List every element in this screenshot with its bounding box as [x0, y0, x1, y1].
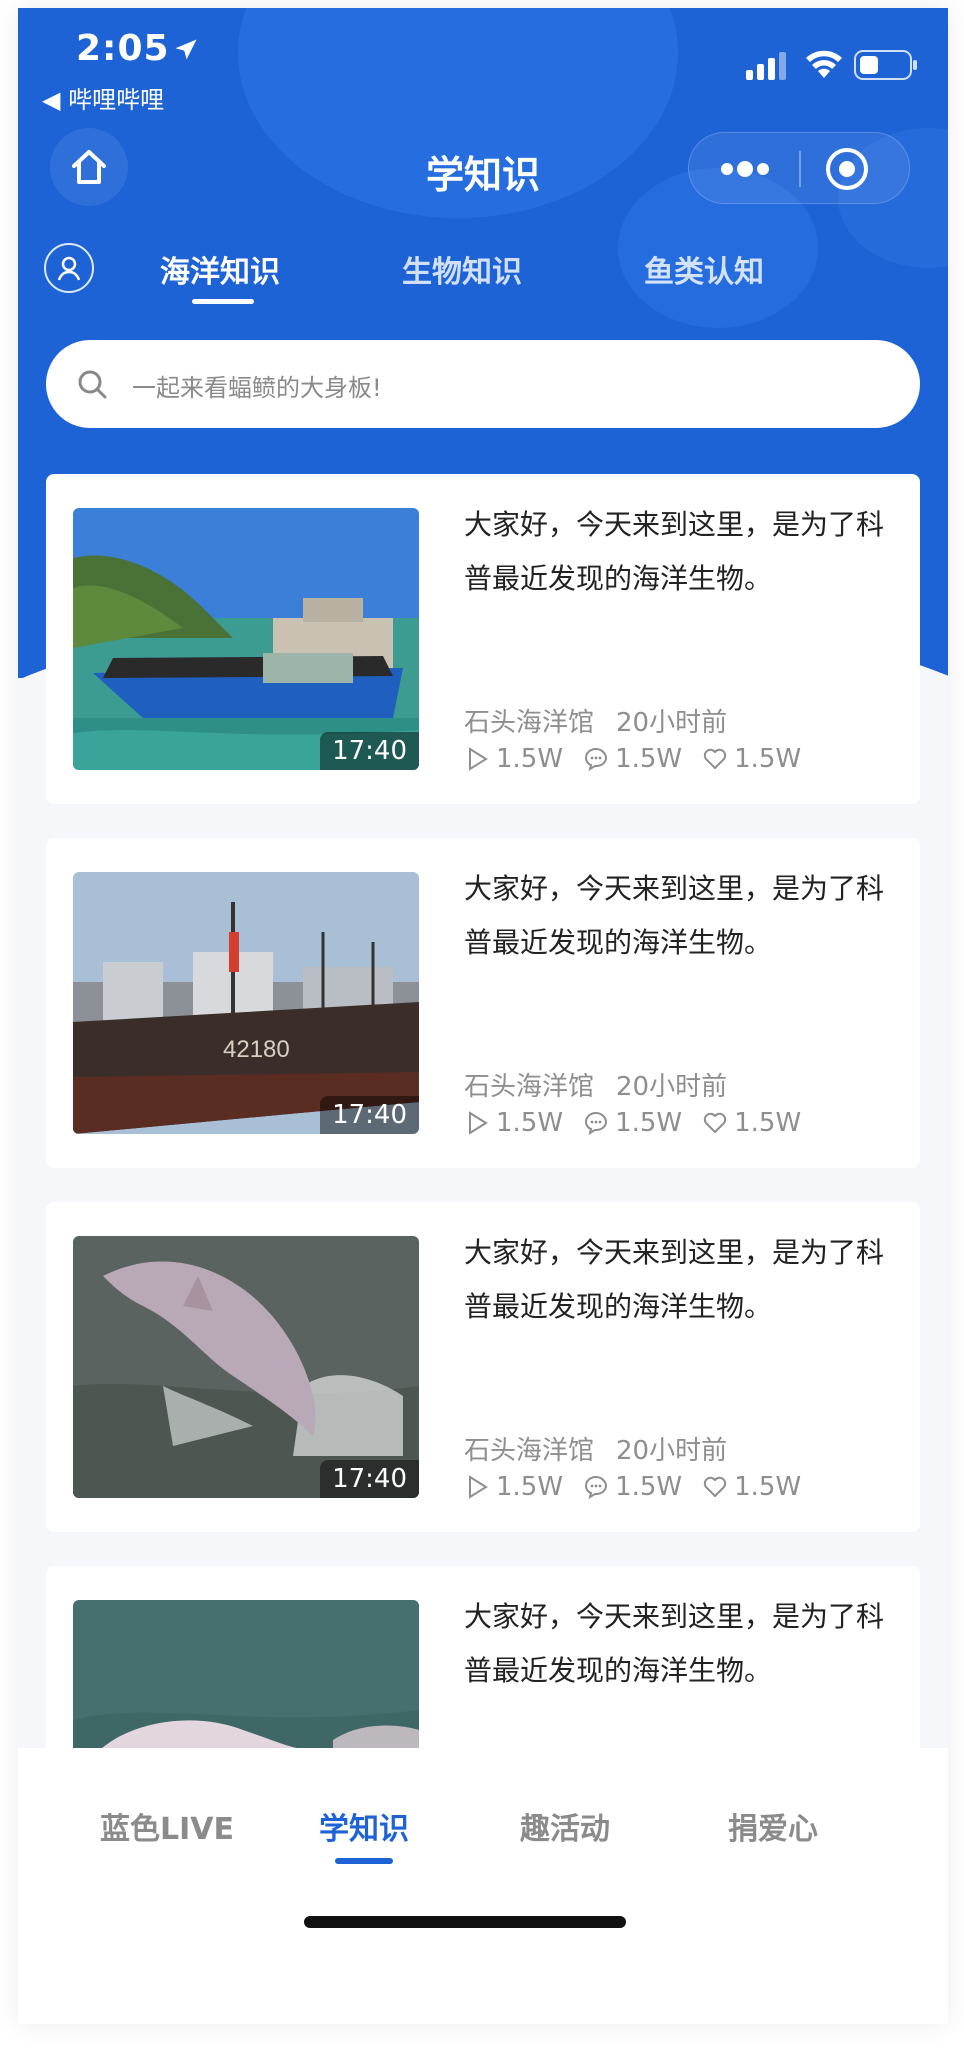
- video-duration: 17:40: [320, 1096, 419, 1134]
- video-meta: 石头海洋馆 20小时前: [464, 702, 727, 739]
- user-profile-button[interactable]: [44, 243, 94, 293]
- video-meta: 石头海洋馆 20小时前: [464, 1066, 727, 1103]
- search-input[interactable]: 一起来看蝠鲼的大身板!: [46, 340, 920, 428]
- video-title[interactable]: 大家好，今天来到这里，是为了科普最近发现的海洋生物。: [464, 498, 884, 606]
- video-source: 石头海洋馆: [464, 708, 595, 738]
- comment-icon: [585, 1475, 608, 1500]
- like-count[interactable]: 1.5W: [702, 1108, 801, 1138]
- svg-text:42180: 42180: [223, 1036, 290, 1063]
- like-count[interactable]: 1.5W: [702, 1472, 801, 1502]
- tabbar-item-donate[interactable]: 捐爱心: [728, 1804, 818, 1848]
- video-card[interactable]: 17:40 大家好，今天来到这里，是为了科普最近发现的海洋生物。 石头海洋馆 20…: [46, 1202, 920, 1532]
- search-placeholder: 一起来看蝠鲼的大身板!: [132, 374, 382, 402]
- cellular-signal-icon: [746, 52, 786, 80]
- video-time: 20小时前: [616, 1436, 728, 1466]
- comment-count[interactable]: 1.5W: [583, 744, 682, 774]
- comment-count[interactable]: 1.5W: [583, 1472, 682, 1502]
- comment-icon: [585, 1111, 608, 1136]
- video-card[interactable]: 17:40 大家好，今天来到这里，是为了科普最近发现的海洋生物。 石头海洋馆 20…: [46, 474, 920, 804]
- close-miniprogram-icon[interactable]: [823, 145, 871, 193]
- video-title[interactable]: 大家好，今天来到这里，是为了科普最近发现的海洋生物。: [464, 862, 884, 970]
- status-bar: 2:05 ◀ 哔哩哔哩: [18, 8, 948, 118]
- video-stats: 1.5W 1.5W 1.5W: [464, 1108, 821, 1138]
- battery-icon: [854, 50, 917, 80]
- heart-icon: [703, 1112, 727, 1133]
- active-tabbar-indicator: [335, 1858, 393, 1864]
- video-thumbnail-fishing-boat[interactable]: 17:40: [73, 508, 419, 770]
- navigation-bar: 学知识: [18, 128, 948, 208]
- heart-icon: [703, 748, 727, 769]
- wifi-icon: [806, 50, 842, 78]
- tab-biology-knowledge[interactable]: 生物知识: [402, 247, 522, 291]
- active-tab-indicator: [192, 299, 254, 304]
- more-icon[interactable]: [719, 155, 771, 183]
- phone-screen: 2:05 ◀ 哔哩哔哩 学知识 海洋知识 生物知识 鱼类认知 一起来看蝠鲼的大身…: [18, 8, 948, 2024]
- video-title[interactable]: 大家好，今天来到这里，是为了科普最近发现的海洋生物。: [464, 1226, 884, 1334]
- tab-ocean-knowledge[interactable]: 海洋知识: [160, 247, 280, 291]
- location-arrow-icon: [175, 39, 197, 60]
- mini-program-capsule: [688, 132, 910, 204]
- tabbar-item-learn[interactable]: 学知识: [319, 1804, 409, 1848]
- tabbar-item-activities[interactable]: 趣活动: [520, 1804, 610, 1848]
- video-duration: 17:40: [320, 732, 419, 770]
- play-icon: [469, 1475, 488, 1499]
- play-count: 1.5W: [464, 744, 563, 774]
- play-count: 1.5W: [464, 1472, 563, 1502]
- play-icon: [469, 747, 488, 771]
- video-time: 20小时前: [616, 1072, 728, 1102]
- tabbar-item-live[interactable]: 蓝色LIVE: [100, 1804, 234, 1848]
- tab-fish-knowledge[interactable]: 鱼类认知: [644, 247, 764, 291]
- video-source: 石头海洋馆: [464, 1436, 595, 1466]
- video-title[interactable]: 大家好，今天来到这里，是为了科普最近发现的海洋生物。: [464, 1590, 884, 1698]
- comment-icon: [585, 747, 608, 772]
- bottom-tab-bar: 蓝色LIVE 学知识 趣活动 捐爱心: [18, 1748, 948, 2024]
- video-thumbnail-ships-harbor[interactable]: 42180 17:40: [73, 872, 419, 1134]
- video-meta: 石头海洋馆 20小时前: [464, 1430, 727, 1467]
- play-icon: [469, 1111, 488, 1135]
- back-to-app-link[interactable]: ◀ 哔哩哔哩: [42, 80, 164, 115]
- video-source: 石头海洋馆: [464, 1072, 595, 1102]
- category-tabs: 海洋知识 生物知识 鱼类认知: [18, 233, 948, 313]
- video-stats: 1.5W 1.5W 1.5W: [464, 744, 821, 774]
- play-count: 1.5W: [464, 1108, 563, 1138]
- home-indicator[interactable]: [304, 1916, 626, 1928]
- video-stats: 1.5W 1.5W 1.5W: [464, 1472, 821, 1502]
- video-card[interactable]: 42180 17:40 大家好，今天来到这里，是为了科普最近发现的海洋生物。 石…: [46, 838, 920, 1168]
- video-time: 20小时前: [616, 708, 728, 738]
- video-duration: 17:40: [320, 1460, 419, 1498]
- status-time: 2:05: [76, 28, 170, 69]
- heart-icon: [703, 1476, 727, 1497]
- video-thumbnail-dolphin-jump[interactable]: 17:40: [73, 1236, 419, 1498]
- user-icon: [57, 256, 81, 281]
- like-count[interactable]: 1.5W: [702, 744, 801, 774]
- comment-count[interactable]: 1.5W: [583, 1108, 682, 1138]
- search-icon: [78, 370, 107, 399]
